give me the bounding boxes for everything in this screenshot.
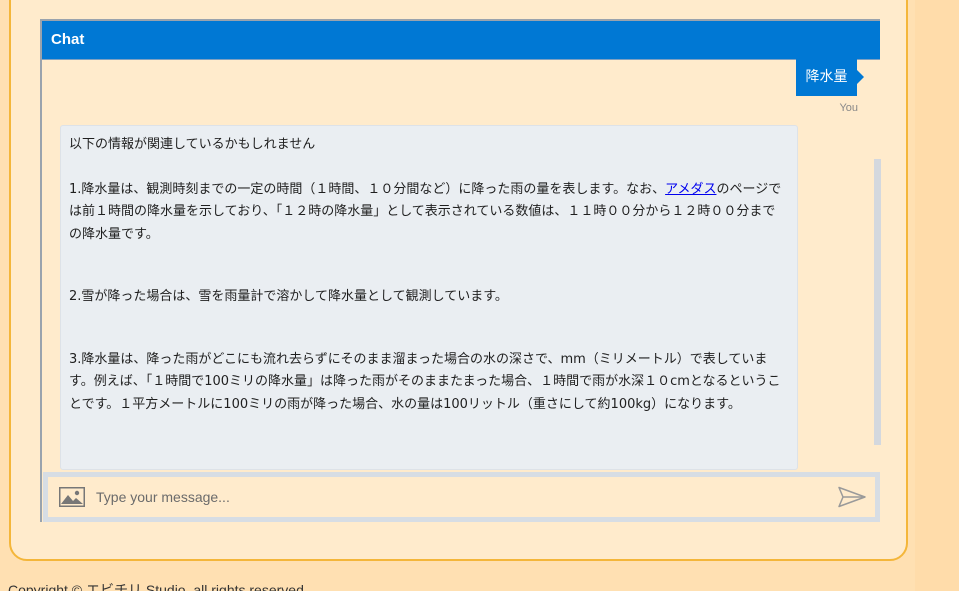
page-right-strip xyxy=(915,0,959,591)
chat-header-title: Chat xyxy=(42,21,880,59)
bot-message-intro: 以下の情報が関連しているかもしれません xyxy=(69,137,316,152)
bot-message-item-1-text-a: 1.降水量は、観測時刻までの一定の時間（１時間、１０分間など）に降った雨の量を表… xyxy=(69,181,666,197)
amedas-link[interactable]: アメダス xyxy=(665,182,716,197)
bot-message-item-1: 1.降水量は、観測時刻までの一定の時間（１時間、１０分間など）に降った雨の量を表… xyxy=(69,179,787,247)
user-message-bubble: 降水量 xyxy=(796,58,864,96)
image-icon[interactable] xyxy=(59,487,85,507)
footer-copyright: Copyright © エビチリ Studio. all rights rese… xyxy=(8,582,308,591)
send-icon[interactable] xyxy=(838,486,866,508)
message-input[interactable] xyxy=(96,483,816,511)
bot-message-bubble: 以下の情報が関連しているかもしれません 1.降水量は、観測時刻までの一定の時間（… xyxy=(60,125,798,470)
message-input-bar xyxy=(43,472,880,522)
message-input-container xyxy=(48,477,875,517)
message-list-scrollbar[interactable] xyxy=(874,159,881,445)
header-divider xyxy=(42,59,880,60)
sender-label: You xyxy=(839,102,858,114)
chat-window: Chat 降水量 You 以下の情報が関連しているかもしれません 1.降水量は、… xyxy=(40,19,881,522)
bot-message-item-2: 2.雪が降った場合は、雪を雨量計で溶かして降水量として観測しています。 xyxy=(69,289,508,304)
bot-message-item-3: 3.降水量は、降った雨がどこにも流れ去らずにそのまま溜まった場合の水の深さで、m… xyxy=(69,351,781,412)
